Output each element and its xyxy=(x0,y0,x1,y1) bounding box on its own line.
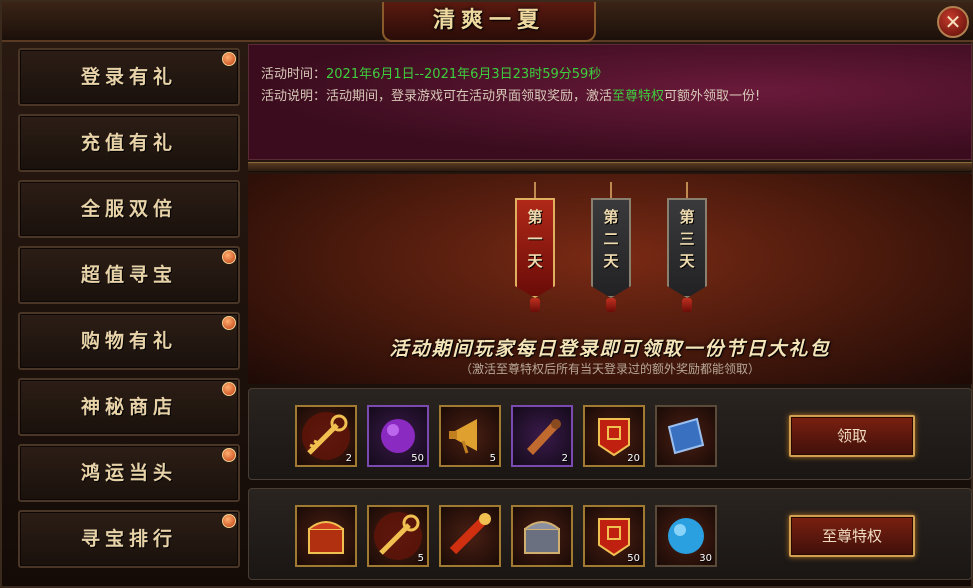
sidebar-item-shopping-gift[interactable]: 购物有礼 xyxy=(18,312,240,370)
sidebar-item-server-double[interactable]: 全服双倍 xyxy=(18,180,240,238)
activity-time-value: 2021年6月1日--2021年6月3日23时59分59秒 xyxy=(326,67,602,82)
reward-item[interactable]: 50 xyxy=(367,405,429,467)
sidebar: 登录有礼 充值有礼 全服双倍 超值寻宝 购物有礼 神秘商店 鸿运当头 寻宝排行 xyxy=(10,44,246,584)
sidebar-item-mystery-shop[interactable]: 神秘商店 xyxy=(18,378,240,436)
day-tab-label: 第三天 xyxy=(679,208,695,270)
tassel-icon xyxy=(530,298,540,312)
reward-item[interactable] xyxy=(439,505,501,567)
reward-item[interactable] xyxy=(655,405,717,467)
sidebar-item-label: 神秘商店 xyxy=(80,396,177,418)
item-count: 5 xyxy=(489,453,496,464)
reward-item[interactable]: 20 xyxy=(583,405,645,467)
activity-desc-text: 活动期间，登录游戏可在活动界面领取奖励，激活 xyxy=(326,89,613,104)
reward-item[interactable] xyxy=(295,505,357,567)
reward-item[interactable]: 5 xyxy=(367,505,429,567)
title-plate: 清爽一夏 xyxy=(382,2,596,42)
day-tab-label: 第一天 xyxy=(527,208,543,270)
game-window: 清爽一夏 ✕ 登录有礼 充值有礼 全服双倍 超值寻宝 购物有礼 神秘商店 鸿运当… xyxy=(0,0,973,588)
day-tab-3[interactable]: 第三天 xyxy=(667,182,707,312)
reward-item[interactable] xyxy=(511,505,573,567)
sidebar-item-label: 购物有礼 xyxy=(80,330,177,352)
close-icon: ✕ xyxy=(944,10,962,34)
tassel-icon xyxy=(682,298,692,312)
banner-cord xyxy=(610,182,612,198)
stage-title: 活动期间玩家每日登录即可领取一份节日大礼包 xyxy=(389,338,831,360)
day-tab-1[interactable]: 第一天 xyxy=(515,182,555,312)
item-count: 30 xyxy=(699,553,712,564)
activity-desc-label: 活动说明： xyxy=(261,89,327,104)
sidebar-item-label: 超值寻宝 xyxy=(80,264,177,286)
reward-item[interactable]: 50 xyxy=(583,505,645,567)
notification-dot-icon xyxy=(222,514,236,528)
notification-dot-icon xyxy=(222,316,236,330)
banner-cord xyxy=(686,182,688,198)
reward-item[interactable]: 30 xyxy=(655,505,717,567)
sidebar-item-label: 充值有礼 xyxy=(80,132,177,154)
sidebar-item-treasure-ranking[interactable]: 寻宝排行 xyxy=(18,510,240,568)
close-button[interactable]: ✕ xyxy=(937,6,969,38)
tassel-icon xyxy=(606,298,616,312)
item-count: 50 xyxy=(411,453,424,464)
reward-row-premium: 5 50 30 至尊特权 xyxy=(248,488,972,580)
item-count: 2 xyxy=(561,453,568,464)
supreme-privilege-button[interactable]: 至尊特权 xyxy=(789,515,915,557)
reward-item[interactable]: 5 xyxy=(439,405,501,467)
item-count: 5 xyxy=(417,553,424,564)
blue-scroll-icon xyxy=(667,417,705,455)
main-panel: 活动时间：2021年6月1日--2021年6月3日23时59分59秒 活动说明：… xyxy=(248,44,972,587)
item-count: 20 xyxy=(627,453,640,464)
item-count: 50 xyxy=(627,553,640,564)
sidebar-item-recharge-gift[interactable]: 充值有礼 xyxy=(18,114,240,172)
activity-time-line: 活动时间：2021年6月1日--2021年6月3日23时59分59秒 xyxy=(261,63,601,82)
sidebar-item-treasure-hunt[interactable]: 超值寻宝 xyxy=(18,246,240,304)
red-firework-icon xyxy=(449,513,491,555)
sidebar-item-label: 全服双倍 xyxy=(80,198,177,220)
activity-desc-line: 活动说明：活动期间，登录游戏可在活动界面领取奖励，激活至尊特权可额外领取一份! xyxy=(261,85,760,104)
day-tab-2[interactable]: 第二天 xyxy=(591,182,631,312)
sidebar-item-login-gift[interactable]: 登录有礼 xyxy=(18,48,240,106)
day-tab-label: 第二天 xyxy=(603,208,619,270)
red-chest-icon xyxy=(308,521,344,554)
reward-row-normal: 2 50 5 2 20 领取 xyxy=(248,388,972,480)
stage-subtitle: （激活至尊特权后所有当天登录过的额外奖励都能领取） xyxy=(459,362,760,376)
title-bar: 清爽一夏 ✕ xyxy=(2,2,973,42)
banner-cord xyxy=(534,182,536,198)
divider xyxy=(248,162,972,172)
window-title: 清爽一夏 xyxy=(432,8,545,33)
sidebar-item-label: 登录有礼 xyxy=(80,66,177,88)
claim-button[interactable]: 领取 xyxy=(789,415,915,457)
item-count: 2 xyxy=(345,453,352,464)
activity-desc-text-end: 可额外领取一份! xyxy=(664,89,761,104)
activity-desc-highlight: 至尊特权 xyxy=(612,89,665,104)
notification-dot-icon xyxy=(222,52,236,66)
activity-time-label: 活动时间： xyxy=(261,67,327,82)
sidebar-item-label: 寻宝排行 xyxy=(80,528,177,550)
notification-dot-icon xyxy=(222,382,236,396)
sidebar-item-label: 鸿运当头 xyxy=(80,462,177,484)
sidebar-item-good-fortune[interactable]: 鸿运当头 xyxy=(18,444,240,502)
login-stage: 第一天 第二天 第三天 活动期间玩家每日登录即可领取一份节日大礼包 （激活至尊特… xyxy=(248,174,972,384)
silver-chest-icon xyxy=(524,521,560,554)
reward-item[interactable]: 2 xyxy=(295,405,357,467)
reward-item[interactable]: 2 xyxy=(511,405,573,467)
activity-info-box: 活动时间：2021年6月1日--2021年6月3日23时59分59秒 活动说明：… xyxy=(248,44,972,160)
notification-dot-icon xyxy=(222,250,236,264)
notification-dot-icon xyxy=(222,448,236,462)
